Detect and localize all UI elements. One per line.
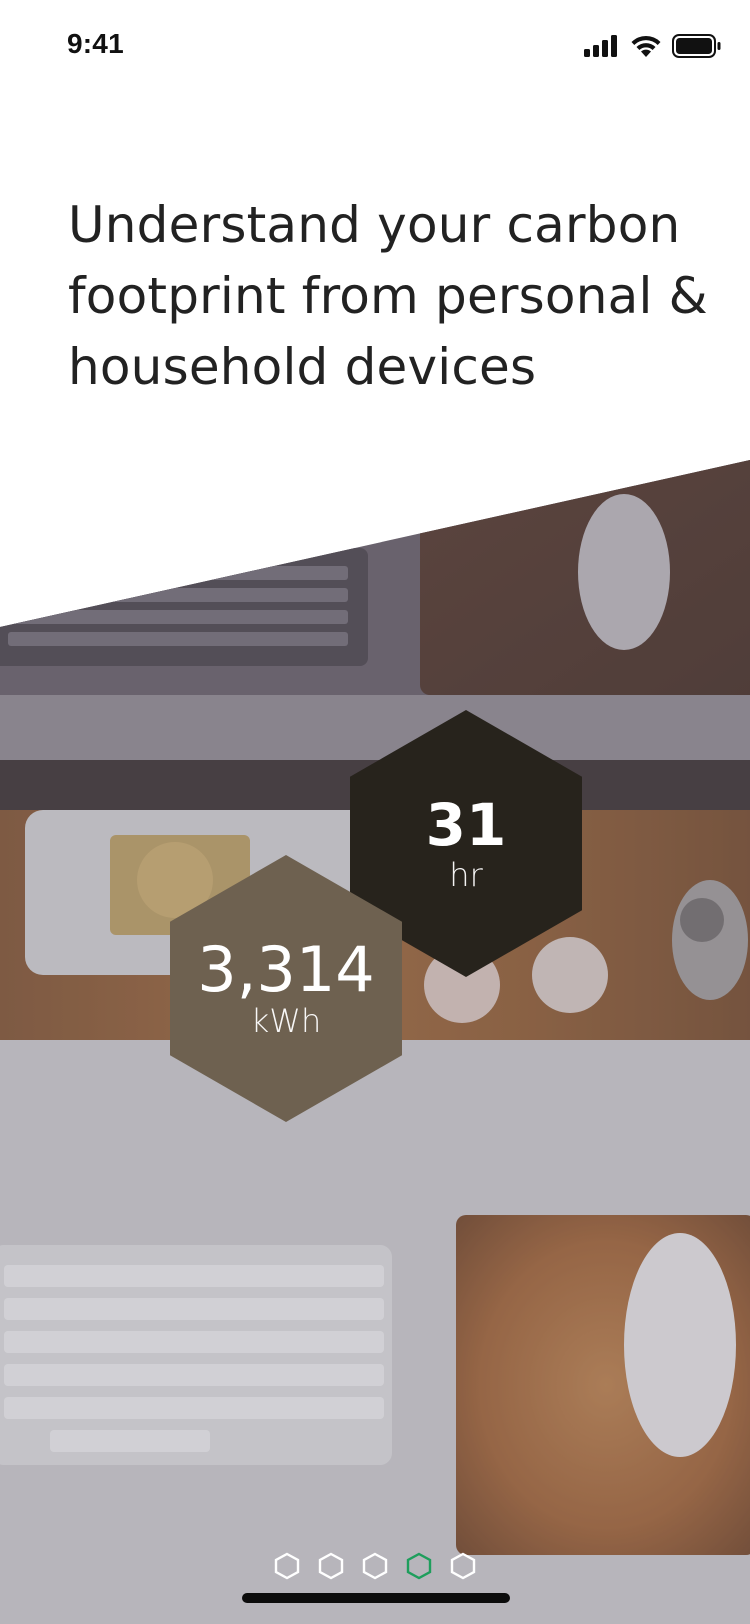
cellular-signal-icon: [584, 35, 617, 57]
page-dot-3[interactable]: [362, 1552, 388, 1580]
energy-unit: kWh: [250, 1001, 322, 1040]
wifi-icon: [631, 35, 661, 57]
onboarding-headline: Understand your carbon footprint from pe…: [68, 196, 708, 396]
page-dot-5[interactable]: [450, 1552, 476, 1580]
status-bar: 9:41: [0, 0, 750, 96]
page-dot-1[interactable]: [274, 1552, 300, 1580]
status-icons: [584, 34, 722, 58]
home-indicator[interactable]: [242, 1593, 510, 1603]
energy-value: 3,314: [197, 932, 375, 1006]
onboarding-screen: 9:41 Understand your carbon footprint fr…: [0, 0, 750, 1624]
page-indicator: [0, 1552, 750, 1580]
status-time: 9:41: [67, 28, 124, 59]
page-dot-4[interactable]: [406, 1552, 432, 1580]
page-dot-2[interactable]: [318, 1552, 344, 1580]
battery-icon: [672, 34, 721, 58]
hours-unit: hr: [449, 855, 483, 894]
hours-value: 31: [425, 790, 507, 859]
